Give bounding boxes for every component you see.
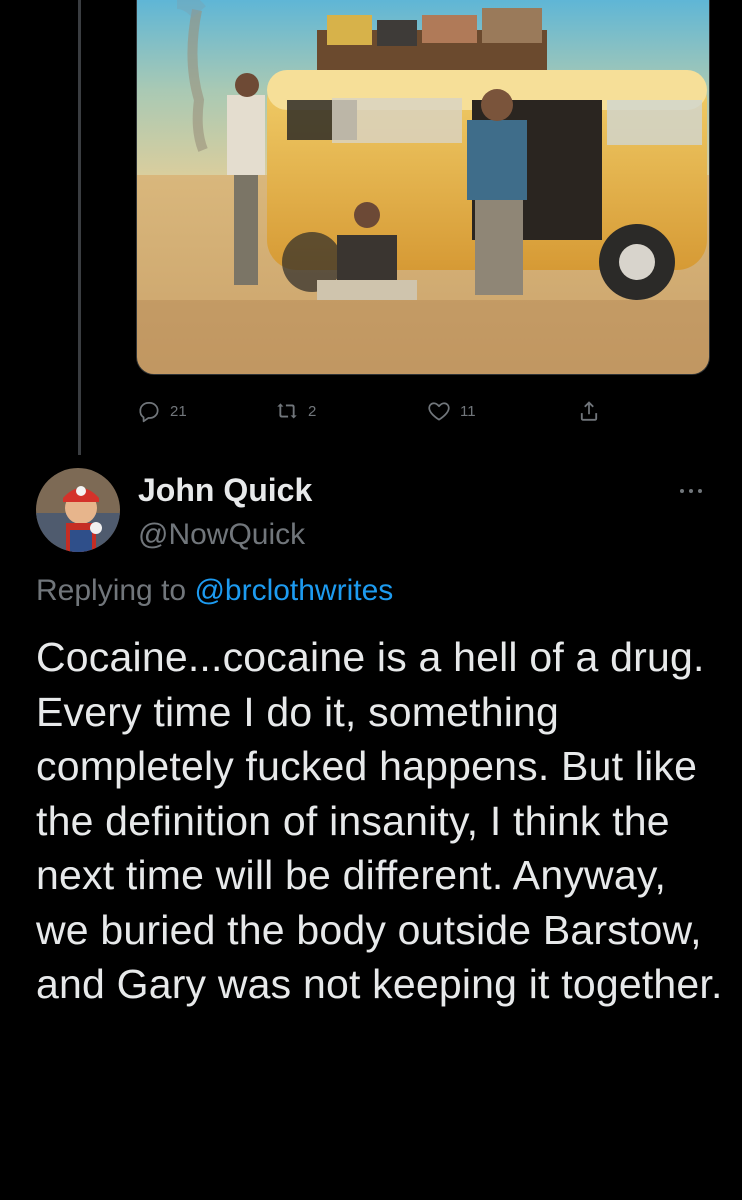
share-icon xyxy=(580,401,598,421)
user-handle[interactable]: @NowQuick xyxy=(138,518,305,552)
reply-icon xyxy=(139,402,159,423)
reply-count: 21 xyxy=(170,402,187,420)
tweet-media-image[interactable] xyxy=(136,0,710,375)
like-count: 11 xyxy=(460,402,476,420)
tweet-action-bar: 21 2 11 xyxy=(136,394,616,428)
replying-to-label: Replying to xyxy=(36,574,195,607)
avatar[interactable] xyxy=(36,468,120,552)
replying-to-link[interactable]: @brclothwrites xyxy=(194,574,393,607)
replying-to-line: Replying to @brclothwrites xyxy=(36,574,393,608)
retweet-count: 2 xyxy=(308,402,317,420)
more-icon xyxy=(680,489,702,493)
share-button[interactable] xyxy=(576,394,602,428)
thread-connector-line xyxy=(78,0,81,455)
tweet-header: John Quick @NowQuick xyxy=(36,468,716,558)
more-options-button[interactable] xyxy=(676,476,706,506)
like-icon xyxy=(428,402,450,421)
reply-button[interactable]: 21 xyxy=(136,394,187,428)
like-button[interactable]: 11 xyxy=(426,394,476,428)
avatar-image xyxy=(36,468,120,552)
tweet-text: Cocaine...cocaine is a hell of a drug. E… xyxy=(36,634,723,1007)
van-desert-photo xyxy=(137,0,709,374)
retweet-icon xyxy=(277,403,297,419)
retweet-button[interactable]: 2 xyxy=(274,394,316,428)
display-name[interactable]: John Quick xyxy=(138,472,312,509)
